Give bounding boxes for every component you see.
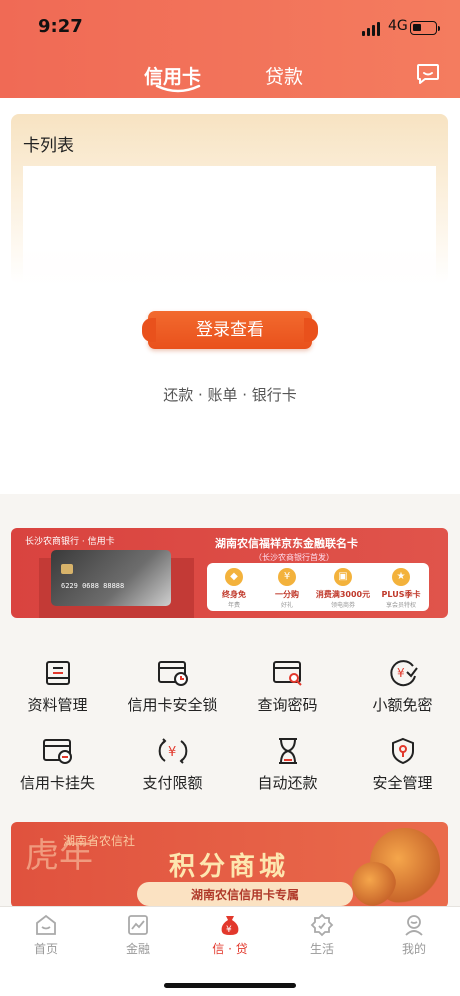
- app-screen: 9:27 4G 信用卡 贷款 卡列表 登录查看 还款 · 账单 · 银行卡 长沙…: [0, 0, 460, 996]
- service-label: 自动还款: [257, 774, 318, 792]
- mall-title: 积分商城: [169, 852, 290, 882]
- nav-label: 信 · 贷: [212, 942, 248, 956]
- status-time: 9:27: [38, 16, 83, 37]
- card-sub-links: 还款 · 账单 · 银行卡: [163, 386, 297, 404]
- service-small-password-free[interactable]: ¥ 小额免密: [345, 658, 460, 728]
- mall-subtitle: 湖南农信信用卡专属: [190, 888, 299, 902]
- status-bar: 9:27 4G: [0, 14, 460, 42]
- nav-finance[interactable]: 金融: [92, 913, 184, 957]
- finance-chart-icon: [128, 915, 148, 935]
- service-label: 查询密码: [257, 696, 318, 714]
- service-card-report-loss[interactable]: 信用卡挂失: [0, 736, 115, 806]
- user-icon: [405, 915, 423, 936]
- points-mall-banner[interactable]: 虎年 湖南省农信社 积分商城 湖南农信信用卡专属: [11, 822, 448, 908]
- home-indicator: [164, 983, 296, 988]
- nav-home[interactable]: 首页: [0, 913, 92, 957]
- service-label: 小额免密: [372, 696, 433, 714]
- credit-card-image: 6229 0688 88888: [51, 550, 171, 606]
- hourglass-icon: [278, 738, 297, 764]
- card-list-panel: [0, 98, 460, 494]
- card-list-title: 卡列表: [23, 136, 74, 156]
- service-profile-management[interactable]: 资料管理: [0, 658, 115, 728]
- tab-loan[interactable]: 贷款: [265, 62, 303, 89]
- svg-text:¥: ¥: [168, 745, 176, 760]
- login-view-button[interactable]: 登录查看: [142, 311, 318, 349]
- nav-life[interactable]: 生活: [276, 913, 368, 957]
- card-minus-icon: [42, 739, 72, 764]
- service-security-management[interactable]: 安全管理: [345, 736, 460, 806]
- card-lock-icon: [157, 661, 188, 686]
- banner-subtitle: （长沙农商银行首发）: [254, 553, 334, 562]
- service-payment-limit[interactable]: ¥ 支付限额: [115, 736, 230, 806]
- yuan-limit-icon: ¥: [158, 738, 187, 764]
- mall-org: 湖南省农信社: [63, 834, 136, 848]
- perk-item: ▣ 消费满3000元 领电商券: [311, 568, 375, 609]
- card-list-frame: [11, 114, 448, 284]
- nav-label: 生活: [309, 942, 334, 956]
- chat-bubble-icon[interactable]: [416, 63, 440, 85]
- banner-title: 湖南农信福祥京东金融联名卡: [215, 537, 358, 550]
- nav-label: 金融: [125, 942, 150, 956]
- perk-item: ◆ 终身免 年费: [211, 568, 257, 609]
- shield-icon: [391, 737, 414, 765]
- service-label: 信用卡挂失: [19, 774, 95, 792]
- star-icon: ★: [392, 568, 410, 586]
- yuan-icon: ¥: [278, 568, 296, 586]
- tiger-illustration: [352, 862, 396, 906]
- nav-credit-loan[interactable]: ¥ 信 · 贷: [184, 913, 276, 957]
- battery-icon: [410, 21, 440, 35]
- login-view-label: 登录查看: [196, 320, 264, 340]
- gift-icon: ▣: [334, 568, 352, 586]
- signal-icon: [362, 22, 382, 36]
- card-search-icon: [272, 661, 302, 686]
- network-label: 4G: [388, 18, 408, 34]
- service-label: 信用卡安全锁: [127, 696, 218, 714]
- svg-text:¥: ¥: [397, 666, 405, 680]
- yuan-check-icon: ¥: [389, 660, 418, 687]
- service-label: 安全管理: [372, 774, 433, 792]
- service-label: 资料管理: [27, 696, 88, 714]
- service-label: 支付限额: [142, 774, 203, 792]
- nav-label: 我的: [401, 942, 426, 956]
- diamond-icon: ◆: [225, 568, 243, 586]
- nav-mine[interactable]: 我的: [368, 913, 460, 957]
- co-brand-card-banner[interactable]: 长沙农商银行 · 信用卡 6229 0688 88888 湖南农信福祥京东金融联…: [11, 528, 448, 618]
- nav-label: 首页: [33, 942, 58, 956]
- active-tab-indicator-icon: [155, 84, 201, 93]
- perk-item: ¥ 一分购 好礼: [264, 568, 310, 609]
- mall-subtitle-bar: 湖南农信信用卡专属: [137, 882, 353, 906]
- life-badge-icon: [310, 913, 334, 937]
- card-number: 6229 0688 88888: [61, 582, 125, 590]
- service-card-security-lock[interactable]: 信用卡安全锁: [115, 658, 230, 728]
- bank-logo-text: 长沙农商银行 · 信用卡: [25, 537, 115, 547]
- service-auto-repay[interactable]: 自动还款: [230, 736, 345, 806]
- home-icon: [36, 914, 56, 935]
- profile-doc-icon: [45, 661, 70, 685]
- perk-item: ★ PLUS季卡 享会员特权: [375, 568, 427, 609]
- money-bag-icon: ¥: [221, 916, 239, 935]
- svg-text:¥: ¥: [226, 925, 232, 935]
- header: 9:27 4G 信用卡 贷款: [0, 0, 460, 98]
- service-query-password[interactable]: 查询密码: [230, 658, 345, 728]
